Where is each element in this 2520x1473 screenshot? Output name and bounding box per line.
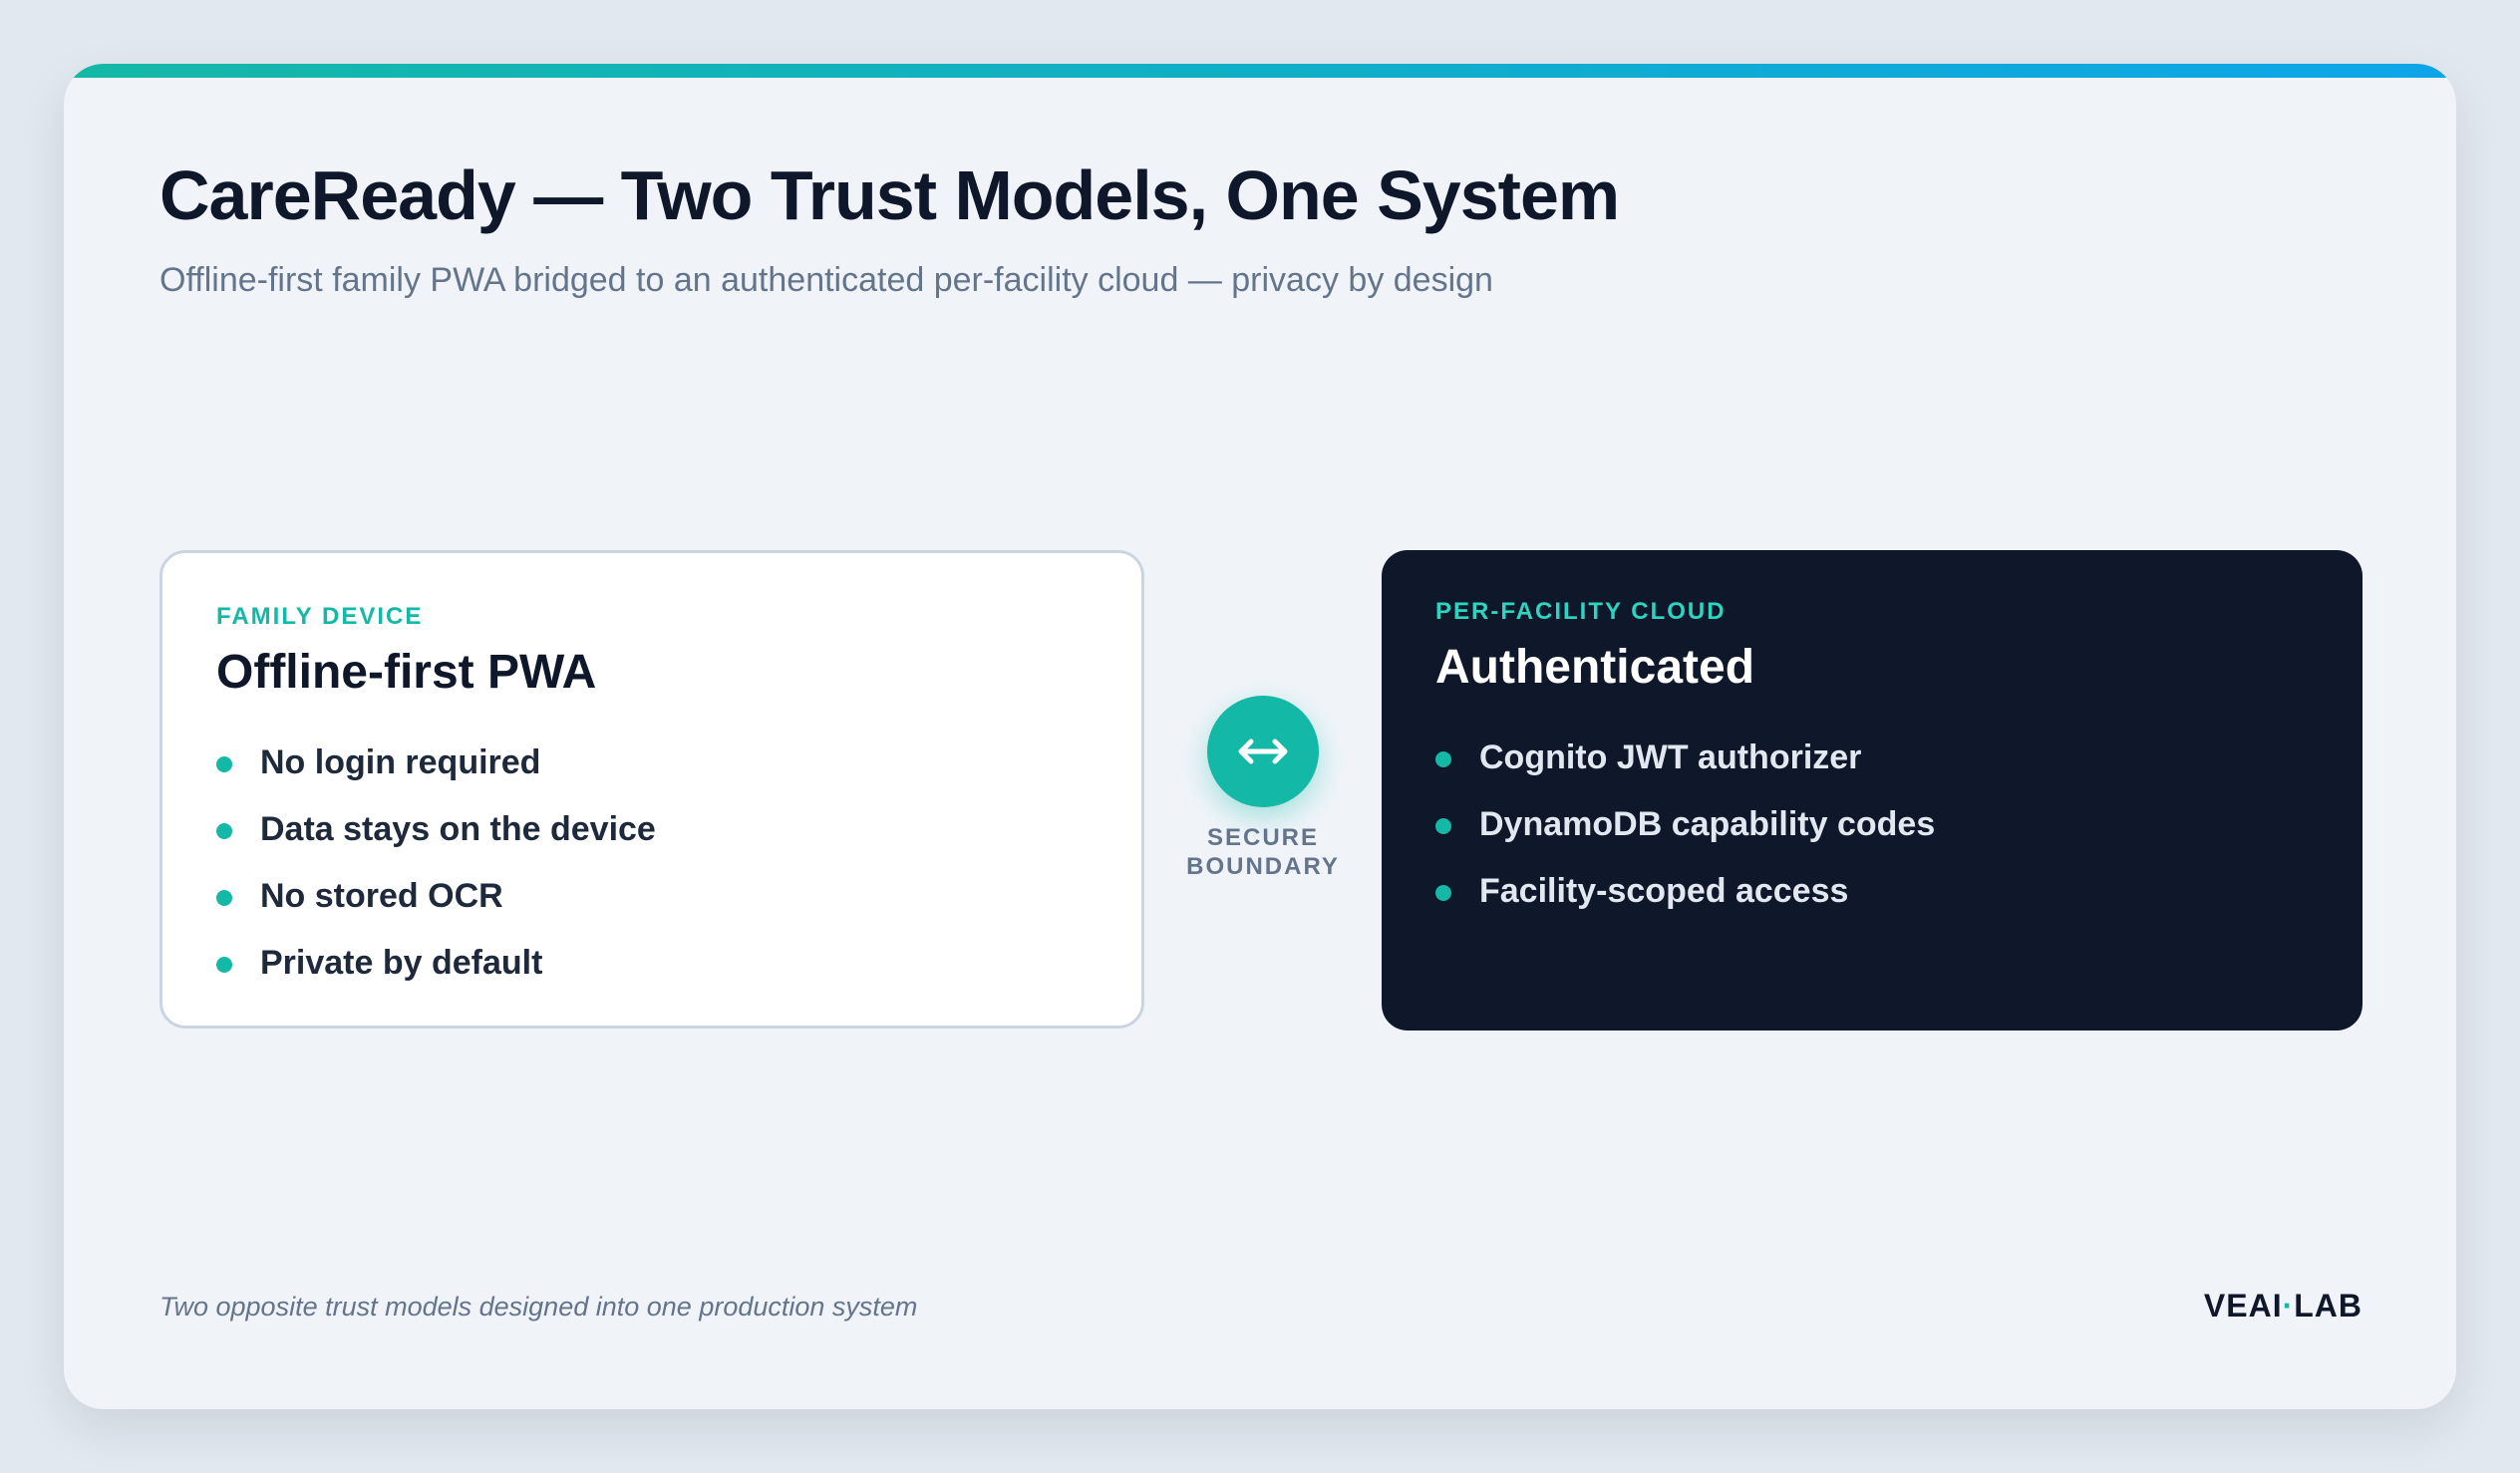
family-bullet-text: No login required xyxy=(260,743,541,781)
bullet-dot-icon xyxy=(1435,818,1451,834)
bridge-label-line2: BOUNDARY xyxy=(1186,853,1340,880)
family-bullet-item: Private by default xyxy=(216,930,1088,997)
page-subtitle: Offline-first family PWA bridged to an a… xyxy=(159,261,1493,299)
bullet-dot-icon xyxy=(216,756,232,772)
bullet-dot-icon xyxy=(1435,885,1451,901)
family-bullet-text: No stored OCR xyxy=(260,877,503,915)
family-card-bullets: No login required Data stays on the devi… xyxy=(216,730,1088,997)
cloud-bullet-item: Facility-scoped access xyxy=(1435,858,2309,925)
family-device-card: FAMILY DEVICE Offline-first PWA No login… xyxy=(159,550,1144,1029)
facility-cloud-card: PER-FACILITY CLOUD Authenticated Cognito… xyxy=(1382,550,2362,1031)
left-right-arrow-icon xyxy=(1238,738,1288,764)
family-bullet-item: No stored OCR xyxy=(216,863,1088,930)
cloud-bullet-text: DynamoDB capability codes xyxy=(1479,805,1936,843)
bullet-dot-icon xyxy=(216,890,232,906)
bullet-dot-icon xyxy=(216,957,232,973)
secure-boundary-label: SECURE BOUNDARY xyxy=(1178,823,1348,881)
cloud-card-heading: Authenticated xyxy=(1435,641,1755,694)
cloud-card-eyebrow: PER-FACILITY CLOUD xyxy=(1435,598,1727,625)
family-card-heading: Offline-first PWA xyxy=(216,646,597,699)
brand-left: VEAI xyxy=(2203,1288,2283,1324)
family-bullet-text: Data stays on the device xyxy=(260,810,656,848)
cloud-bullet-item: Cognito JWT authorizer xyxy=(1435,725,2309,791)
accent-bar xyxy=(64,64,2456,78)
bridge-label-line1: SECURE xyxy=(1206,824,1320,851)
secure-boundary-bridge: SECURE BOUNDARY xyxy=(1178,696,1348,881)
page-title: CareReady — Two Trust Models, One System xyxy=(159,156,1620,234)
bridge-circle xyxy=(1207,696,1319,807)
bullet-dot-icon xyxy=(216,823,232,839)
family-bullet-item: Data stays on the device xyxy=(216,796,1088,863)
family-bullet-item: No login required xyxy=(216,730,1088,796)
brand-logo: VEAI·LAB xyxy=(2204,1288,2362,1325)
footer-caption: Two opposite trust models designed into … xyxy=(159,1292,918,1322)
cloud-bullet-text: Cognito JWT authorizer xyxy=(1479,738,1862,776)
cloud-card-bullets: Cognito JWT authorizer DynamoDB capabili… xyxy=(1435,725,2309,925)
cloud-bullet-text: Facility-scoped access xyxy=(1479,872,1849,910)
bullet-dot-icon xyxy=(1435,751,1451,767)
slide: CareReady — Two Trust Models, One System… xyxy=(64,64,2456,1409)
family-bullet-text: Private by default xyxy=(260,944,543,982)
cloud-bullet-item: DynamoDB capability codes xyxy=(1435,791,2309,858)
brand-right: LAB xyxy=(2294,1288,2362,1324)
brand-separator: · xyxy=(2282,1288,2295,1324)
family-card-eyebrow: FAMILY DEVICE xyxy=(216,603,424,630)
